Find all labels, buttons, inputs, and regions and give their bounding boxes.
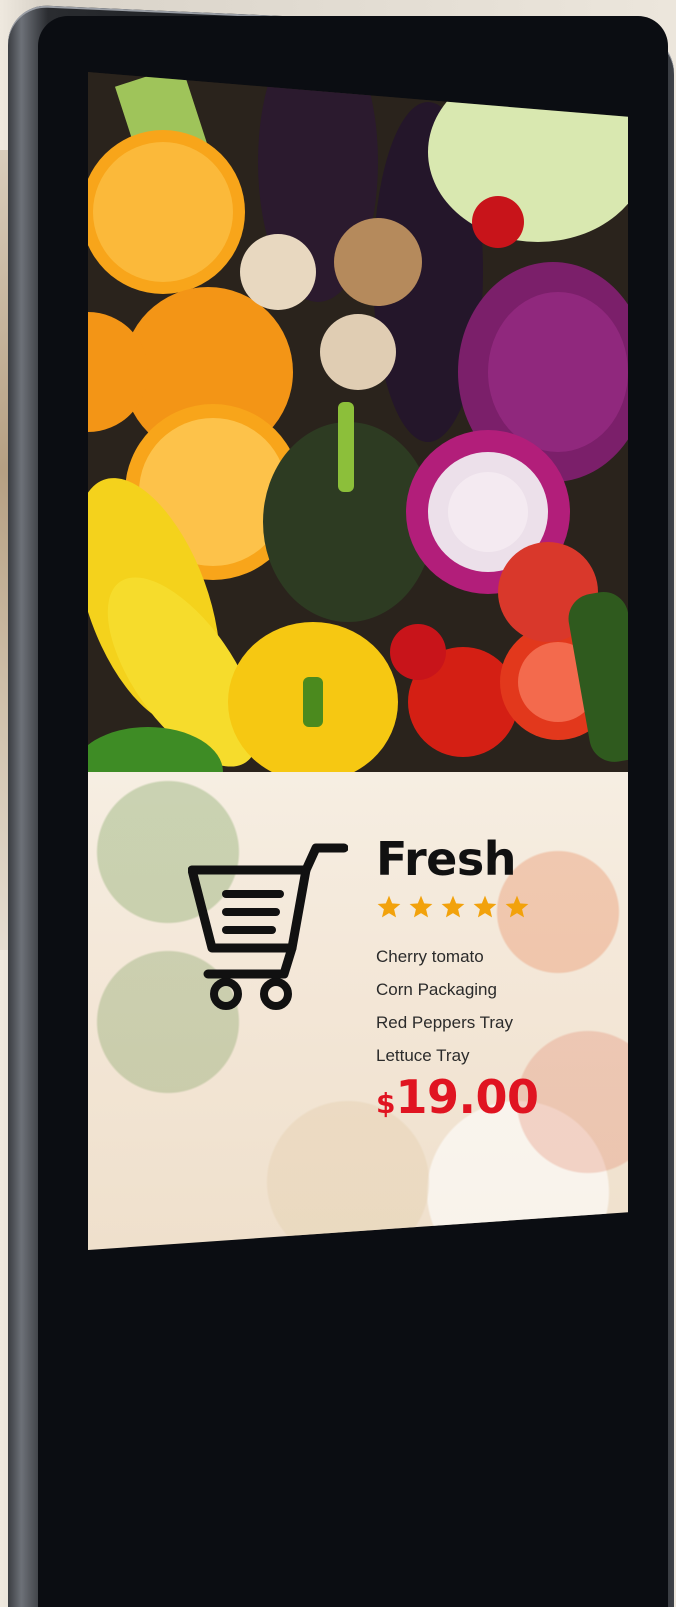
- product-list: Cherry tomato Corn Packaging Red Peppers…: [376, 940, 513, 1072]
- star-icon: [505, 895, 529, 918]
- price-currency: $: [376, 1087, 396, 1120]
- product-item: Corn Packaging: [376, 980, 497, 999]
- price-amount: 19.00: [395, 1070, 539, 1124]
- promo-panel: Fresh Cherry tomato Corn Packaging Red P…: [88, 772, 628, 1250]
- star-icon: [441, 895, 465, 918]
- star-icon: [409, 895, 433, 918]
- price: $19.00: [376, 1070, 539, 1124]
- kiosk-screen: Fresh Cherry tomato Corn Packaging Red P…: [88, 72, 628, 1250]
- star-icon: [473, 895, 497, 918]
- rating-stars: [376, 894, 530, 920]
- product-item: Lettuce Tray: [376, 1046, 470, 1065]
- product-item: Cherry tomato: [376, 947, 484, 966]
- produce-photo: [88, 72, 628, 772]
- shopping-cart-icon: [188, 843, 348, 1010]
- star-icon: [377, 895, 401, 918]
- promo-title: Fresh: [376, 832, 517, 886]
- scene: Fresh Cherry tomato Corn Packaging Red P…: [0, 0, 676, 1607]
- product-item: Red Peppers Tray: [376, 1013, 514, 1032]
